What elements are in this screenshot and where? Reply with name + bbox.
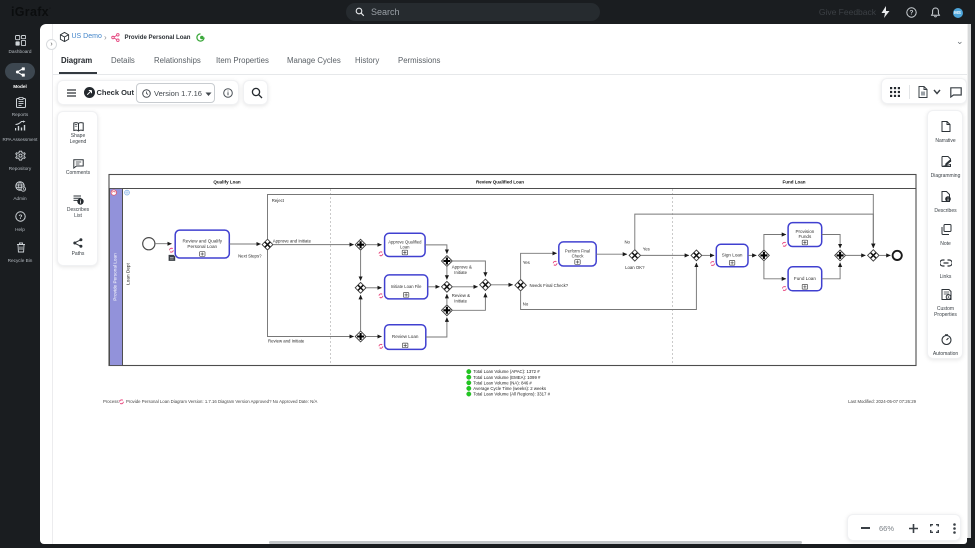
svg-text:Yes: Yes [643,246,650,251]
svg-text:Loan Dept: Loan Dept [125,262,130,284]
svg-text:Review Qualified Loan: Review Qualified Loan [476,179,524,184]
svg-text:Provide Personal Loan Diagram: Provide Personal Loan Diagram Version: 1… [126,399,317,404]
svg-text:Review Loan: Review Loan [392,334,419,339]
svg-text:Initiate: Initiate [454,270,467,275]
svg-text:Next Steps?: Next Steps? [238,254,262,259]
svg-text:Total Loan Volume (EMEA): 1099: Total Loan Volume (EMEA): 1099 # [473,375,541,380]
svg-text:Needs Final Check?: Needs Final Check? [530,283,569,288]
svg-text:Approve and Initiate: Approve and Initiate [273,238,312,243]
svg-text:Initiate Loan File: Initiate Loan File [391,284,422,289]
svg-text:Sign Loan: Sign Loan [722,253,743,258]
svg-text:Last Modified: 2024-05-07 07:2: Last Modified: 2024-05-07 07:26:29 [848,399,916,404]
svg-text:Approve &: Approve & [452,265,472,270]
svg-text:Total Loan Volume (All Regions: Total Loan Volume (All Regions): 3317 # [473,392,550,397]
svg-text:Total Loan Volume (APAC): 1372: Total Loan Volume (APAC): 1372 # [473,369,540,374]
svg-text:Yes: Yes [523,260,530,265]
svg-text:No: No [523,302,529,307]
svg-text:Reject: Reject [272,198,285,203]
svg-text:No: No [624,239,630,244]
svg-text:Review and Initiate: Review and Initiate [268,339,305,344]
svg-text:Fund Loan: Fund Loan [783,179,806,184]
svg-text:Review &: Review & [452,293,470,298]
svg-text:Process:: Process: [103,399,120,404]
svg-text:Personal Loan: Personal Loan [187,244,217,249]
svg-text:Average Cycle Time (weeks): 2: Average Cycle Time (weeks): 2 weeks [473,386,546,391]
svg-text:Loan: Loan [400,245,410,250]
svg-text:Total Loan Volume (NA): 846 #: Total Loan Volume (NA): 846 # [473,380,532,385]
svg-text:Loan OK?: Loan OK? [625,265,645,270]
svg-text:Fund Loan: Fund Loan [794,276,816,281]
svg-text:Provide Personal Loan: Provide Personal Loan [113,253,118,301]
svg-text:Funds: Funds [799,234,812,239]
svg-text:Check: Check [572,254,585,259]
svg-text:Qualify Loan: Qualify Loan [213,179,241,184]
svg-text:Initiate: Initiate [454,298,467,303]
